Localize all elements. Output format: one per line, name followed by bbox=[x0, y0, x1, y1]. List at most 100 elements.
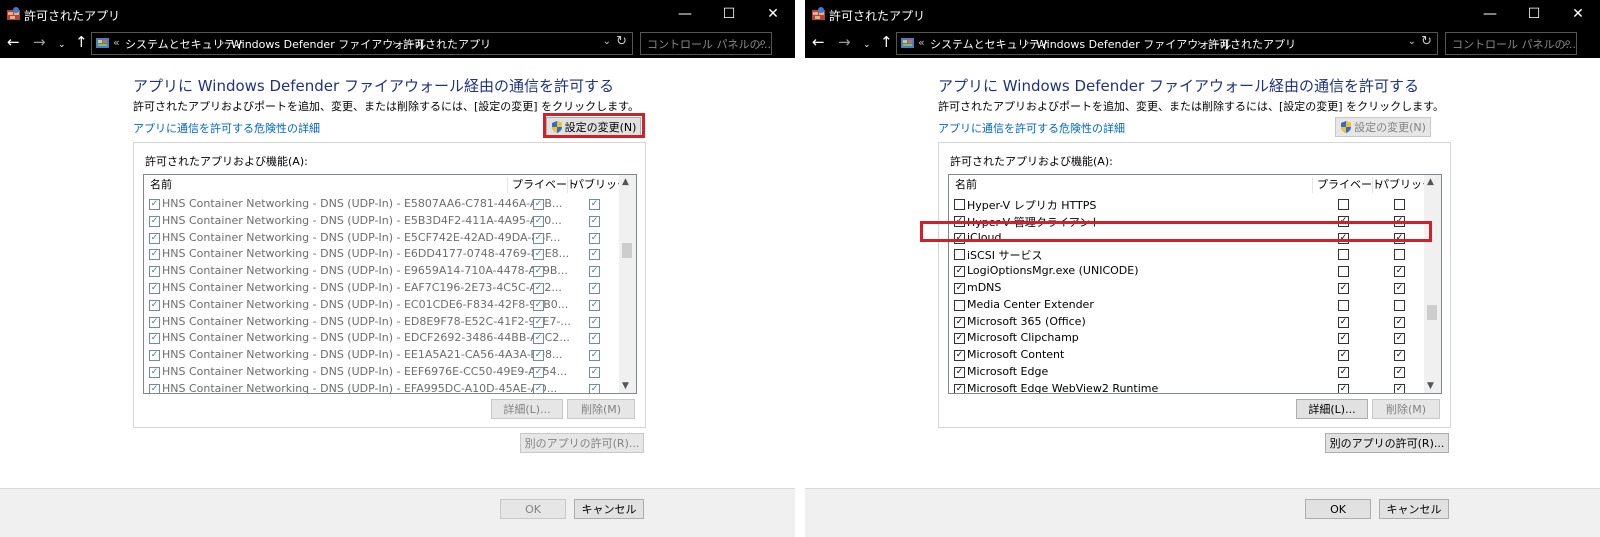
forward-arrow-icon[interactable]: → bbox=[33, 34, 46, 50]
enabled-checkbox[interactable]: ✓ bbox=[149, 249, 160, 261]
enabled-checkbox[interactable]: ✓ bbox=[149, 350, 160, 362]
enabled-checkbox[interactable]: ✓ bbox=[954, 215, 965, 227]
private-checkbox[interactable]: ✓ bbox=[1338, 383, 1349, 393]
list-item[interactable]: ✓ HNS Container Networking - DNS (UDP-In)… bbox=[144, 347, 619, 364]
breadcrumb-separator[interactable]: › bbox=[220, 36, 224, 49]
list-item[interactable]: ✓ Microsoft Content ✓ ✓ bbox=[949, 347, 1424, 364]
public-checkbox[interactable]: ✓ bbox=[589, 249, 600, 261]
recent-locations-dropdown-icon[interactable]: ⌄ bbox=[863, 37, 871, 53]
enabled-checkbox[interactable]: ✓ bbox=[149, 232, 160, 244]
list-scrollbar[interactable]: ▲ ▼ bbox=[1424, 175, 1441, 393]
search-input[interactable]: コントロール パネルの... ⌕ bbox=[1445, 32, 1577, 55]
scroll-thumb[interactable] bbox=[1427, 305, 1437, 320]
breadcrumb-overflow[interactable]: « bbox=[113, 36, 120, 49]
enabled-checkbox[interactable]: ✓ bbox=[149, 299, 160, 311]
allow-another-app-button[interactable]: 別のアプリの許可(R)... bbox=[1325, 433, 1449, 453]
public-checkbox[interactable]: ✓ bbox=[1394, 383, 1405, 393]
column-divider[interactable] bbox=[507, 177, 508, 193]
breadcrumb-separator[interactable]: › bbox=[1025, 36, 1029, 49]
list-item[interactable]: ✓ mDNS ✓ ✓ bbox=[949, 280, 1424, 297]
up-arrow-icon[interactable]: ↑ bbox=[880, 34, 893, 50]
list-item[interactable]: ✓ Microsoft Clipchamp ✓ ✓ bbox=[949, 330, 1424, 347]
list-item[interactable]: iSCSI サービス bbox=[949, 246, 1424, 263]
close-button[interactable]: ✕ bbox=[1556, 0, 1600, 28]
remove-button[interactable]: 削除(M) bbox=[1372, 399, 1440, 419]
breadcrumb-allowed-apps[interactable]: 許可されたアプリ bbox=[1208, 36, 1296, 52]
breadcrumb-separator[interactable]: › bbox=[392, 36, 396, 49]
private-checkbox[interactable] bbox=[1338, 266, 1349, 278]
list-item[interactable]: Media Center Extender bbox=[949, 297, 1424, 314]
enabled-checkbox[interactable]: ✓ bbox=[149, 199, 160, 210]
enabled-checkbox[interactable]: ✓ bbox=[149, 367, 160, 378]
private-checkbox[interactable]: ✓ bbox=[533, 367, 544, 378]
breadcrumb-allowed-apps[interactable]: 許可されたアプリ bbox=[403, 36, 491, 52]
enabled-checkbox[interactable]: ✓ bbox=[149, 266, 160, 278]
public-checkbox[interactable]: ✓ bbox=[1394, 283, 1405, 294]
private-checkbox[interactable]: ✓ bbox=[533, 199, 544, 210]
list-item[interactable]: ✓ Microsoft Edge ✓ ✓ bbox=[949, 364, 1424, 381]
scroll-up-icon[interactable]: ▲ bbox=[622, 177, 629, 187]
back-arrow-icon[interactable]: ← bbox=[812, 34, 825, 50]
enabled-checkbox[interactable]: ✓ bbox=[954, 316, 965, 328]
list-item[interactable]: ✓ Microsoft Edge WebView2 Runtime ✓ ✓ bbox=[949, 381, 1424, 393]
column-header-name[interactable]: 名前 bbox=[150, 175, 172, 195]
scroll-up-icon[interactable]: ▲ bbox=[1427, 177, 1434, 187]
allowed-apps-list[interactable]: 名前 プライベート パブリック ✓ HNS Container Networkin… bbox=[143, 174, 637, 394]
public-checkbox[interactable]: ✓ bbox=[1394, 316, 1405, 328]
maximize-button[interactable]: ☐ bbox=[1512, 0, 1556, 28]
private-checkbox[interactable]: ✓ bbox=[533, 249, 544, 261]
enabled-checkbox[interactable]: ✓ bbox=[149, 283, 160, 294]
list-item[interactable]: ✓ HNS Container Networking - DNS (UDP-In)… bbox=[144, 280, 619, 297]
allow-another-app-button[interactable]: 別のアプリの許可(R)... bbox=[520, 433, 644, 453]
list-item[interactable]: ✓ HNS Container Networking - DNS (UDP-In)… bbox=[144, 230, 619, 247]
enabled-checkbox[interactable]: ✓ bbox=[954, 266, 965, 278]
private-checkbox[interactable]: ✓ bbox=[1338, 232, 1349, 244]
list-item[interactable]: ✓ HNS Container Networking - DNS (UDP-In)… bbox=[144, 196, 619, 213]
refresh-icon[interactable]: ↻ bbox=[616, 34, 627, 49]
list-item[interactable]: ✓ HNS Container Networking - DNS (UDP-In)… bbox=[144, 381, 619, 393]
public-checkbox[interactable]: ✓ bbox=[1394, 266, 1405, 278]
private-checkbox[interactable]: ✓ bbox=[533, 299, 544, 311]
public-checkbox[interactable]: ✓ bbox=[589, 383, 600, 393]
recent-locations-dropdown-icon[interactable]: ⌄ bbox=[58, 37, 66, 53]
private-checkbox[interactable]: ✓ bbox=[533, 350, 544, 362]
enabled-checkbox[interactable] bbox=[954, 199, 965, 210]
breadcrumb-separator[interactable]: › bbox=[1197, 36, 1201, 49]
private-checkbox[interactable]: ✓ bbox=[1338, 283, 1349, 294]
change-settings-button[interactable]: 設定の変更(N) bbox=[546, 117, 641, 137]
allowed-apps-list[interactable]: 名前 プライベート パブリック Hyper-V レプリカ HTTPS ✓ Hyper… bbox=[948, 174, 1442, 394]
column-header-name[interactable]: 名前 bbox=[955, 175, 977, 195]
private-checkbox[interactable]: ✓ bbox=[1338, 367, 1349, 378]
private-checkbox[interactable]: ✓ bbox=[533, 215, 544, 227]
enabled-checkbox[interactable]: ✓ bbox=[149, 316, 160, 328]
list-item[interactable]: ✓ HNS Container Networking - DNS (UDP-In)… bbox=[144, 314, 619, 331]
list-item[interactable]: ✓ LogiOptionsMgr.exe (UNICODE) ✓ bbox=[949, 263, 1424, 280]
risk-details-link[interactable]: アプリに通信を許可する危険性の詳細 bbox=[938, 120, 1125, 136]
public-checkbox[interactable]: ✓ bbox=[1394, 232, 1405, 244]
list-item[interactable]: ✓ Hyper-V 管理クライアント ✓ ✓ bbox=[949, 213, 1424, 230]
close-button[interactable]: ✕ bbox=[751, 0, 795, 28]
list-item[interactable]: ✓ HNS Container Networking - DNS (UDP-In)… bbox=[144, 330, 619, 347]
private-checkbox[interactable]: ✓ bbox=[1338, 333, 1349, 345]
column-divider[interactable] bbox=[1372, 177, 1373, 193]
list-item[interactable]: ✓ HNS Container Networking - DNS (UDP-In)… bbox=[144, 246, 619, 263]
public-checkbox[interactable]: ✓ bbox=[1394, 367, 1405, 378]
column-header-private[interactable]: プライベート bbox=[1317, 175, 1383, 195]
address-field[interactable]: « システムとセキュリティ › Windows Defender ファイアウォー… bbox=[91, 32, 633, 55]
address-field[interactable]: « システムとセキュリティ › Windows Defender ファイアウォー… bbox=[896, 32, 1438, 55]
public-checkbox[interactable]: ✓ bbox=[1394, 350, 1405, 362]
scroll-down-icon[interactable]: ▼ bbox=[1427, 381, 1434, 391]
list-item[interactable]: ✓ iCloud ✓ ✓ bbox=[949, 230, 1424, 247]
private-checkbox[interactable]: ✓ bbox=[533, 266, 544, 278]
search-icon[interactable]: ⌕ bbox=[759, 35, 766, 50]
column-divider[interactable] bbox=[567, 177, 568, 193]
public-checkbox[interactable]: ✓ bbox=[589, 199, 600, 210]
change-settings-button[interactable]: 設定の変更(N) bbox=[1335, 117, 1431, 137]
enabled-checkbox[interactable]: ✓ bbox=[954, 283, 965, 294]
public-checkbox[interactable]: ✓ bbox=[589, 316, 600, 328]
list-item[interactable]: ✓ HNS Container Networking - DNS (UDP-In)… bbox=[144, 364, 619, 381]
up-arrow-icon[interactable]: ↑ bbox=[75, 34, 88, 50]
enabled-checkbox[interactable]: ✓ bbox=[954, 350, 965, 362]
private-checkbox[interactable]: ✓ bbox=[533, 232, 544, 244]
public-checkbox[interactable]: ✓ bbox=[589, 266, 600, 278]
